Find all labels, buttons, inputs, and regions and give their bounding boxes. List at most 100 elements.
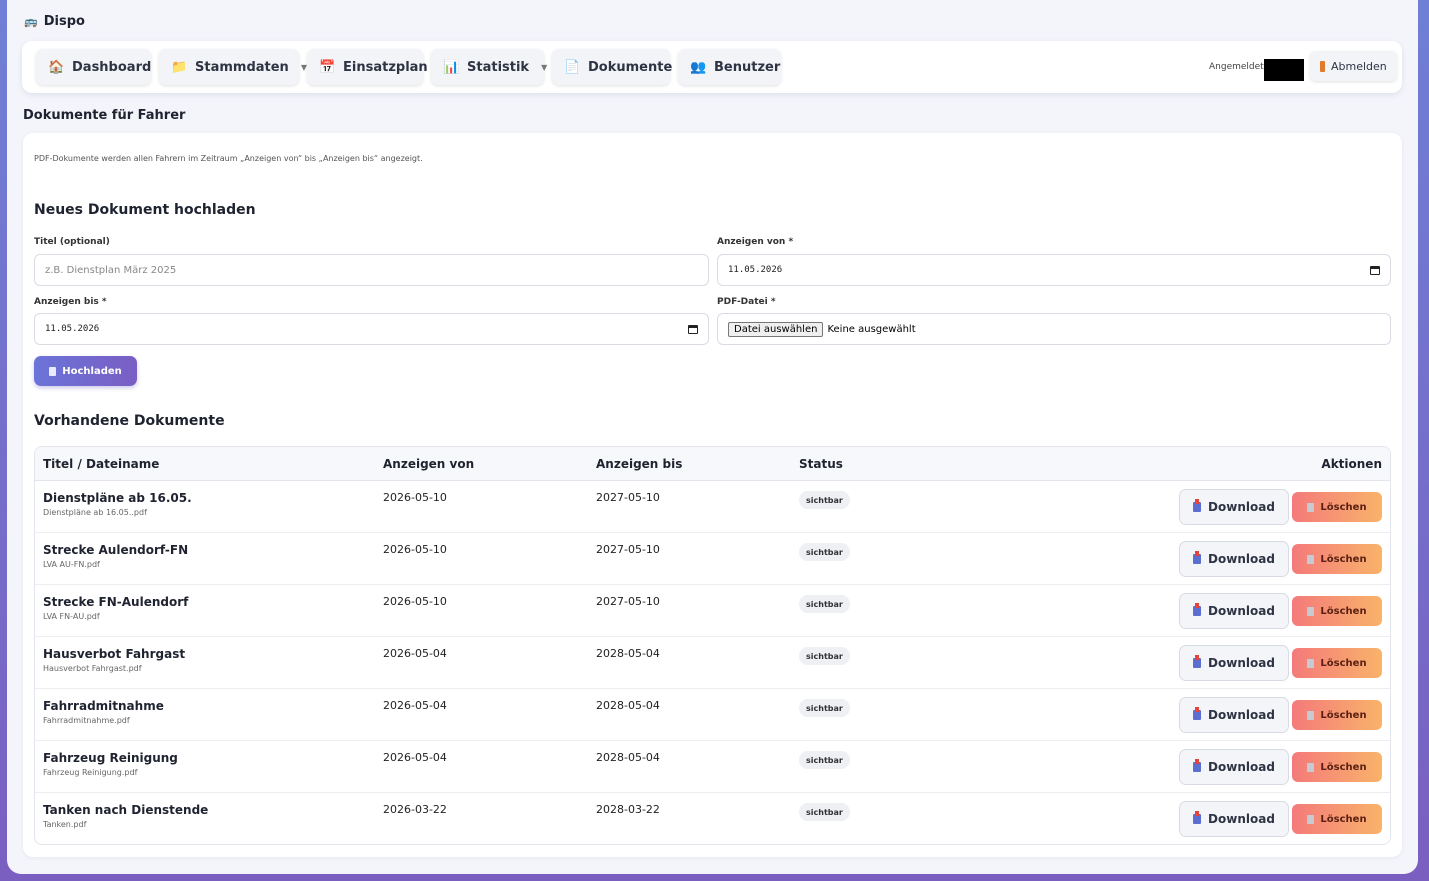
calendar-icon[interactable]: [688, 324, 698, 334]
document-title: Strecke Aulendorf-FN: [43, 543, 189, 557]
download-button[interactable]: Download: [1179, 489, 1289, 525]
until-label: Anzeigen bis *: [34, 297, 107, 307]
document-filename: LVA FN-AU.pdf: [43, 612, 100, 621]
column-header: Status: [799, 457, 843, 471]
logout-button[interactable]: Abmelden: [1310, 51, 1397, 81]
download-icon: [1193, 707, 1202, 720]
document-title: Tanken nach Dienstende: [43, 803, 209, 817]
table-row: Hausverbot Fahrgast Hausverbot Fahrgast.p…: [35, 637, 1390, 689]
delete-button[interactable]: Löschen: [1292, 700, 1382, 730]
document-icon: [49, 366, 57, 376]
bar-chart-icon: 📊: [443, 59, 460, 75]
page-title: Dokumente für Fahrer: [23, 108, 186, 123]
document-title: Strecke FN-Aulendorf: [43, 595, 189, 609]
delete-button[interactable]: Löschen: [1292, 492, 1382, 522]
table-row: Fahrzeug Reinigung Fahrzeug Reinigung.pdf…: [35, 741, 1390, 793]
trash-icon: [1307, 502, 1315, 512]
status-badge: sichtbar: [799, 595, 850, 613]
trash-icon: [1307, 814, 1315, 824]
status-badge: sichtbar: [799, 751, 850, 769]
show-from-date: 2026-05-04: [383, 647, 447, 660]
until-date-input[interactable]: 11.05.2026: [34, 313, 709, 345]
show-until-date: 2028-03-22: [596, 803, 660, 816]
delete-button[interactable]: Löschen: [1292, 804, 1382, 834]
info-text: PDF-Dokumente werden allen Fahrern im Ze…: [34, 154, 423, 163]
show-from-date: 2026-05-04: [383, 751, 447, 764]
show-until-date: 2027-05-10: [596, 595, 660, 608]
document-title: Fahrzeug Reinigung: [43, 751, 178, 765]
show-from-date: 2026-05-10: [383, 595, 447, 608]
upload-heading: Neues Dokument hochladen: [34, 202, 256, 218]
download-button[interactable]: Download: [1179, 645, 1289, 681]
nav-dokumente[interactable]: 📄 Dokumente: [552, 49, 672, 85]
status-badge: sichtbar: [799, 647, 850, 665]
download-button[interactable]: Download: [1179, 801, 1289, 837]
calendar-icon: 📅: [319, 59, 336, 75]
delete-button[interactable]: Löschen: [1292, 752, 1382, 782]
download-button[interactable]: Download: [1179, 697, 1289, 733]
show-until-date: 2028-05-04: [596, 699, 660, 712]
nav-stammdaten[interactable]: 📁 Stammdaten ▼: [159, 49, 307, 85]
status-badge: sichtbar: [799, 699, 850, 717]
from-date-input[interactable]: 11.05.2026: [717, 254, 1391, 286]
nav-einsatzplan[interactable]: 📅 Einsatzplan: [307, 49, 428, 85]
file-label: PDF-Datei *: [717, 297, 776, 307]
nav-benutzer[interactable]: 👥 Benutzer: [678, 49, 781, 85]
title-label: Titel (optional): [34, 237, 110, 247]
show-until-date: 2027-05-10: [596, 491, 660, 504]
show-until-date: 2028-05-04: [596, 647, 660, 660]
table-row: Strecke Aulendorf-FN LVA AU-FN.pdf 2026-05…: [35, 533, 1390, 585]
house-icon: 🏠: [48, 59, 65, 75]
document-filename: LVA AU-FN.pdf: [43, 560, 100, 569]
logged-in-label: Angemeldet:: [1209, 62, 1267, 72]
caret-down-icon: ▼: [541, 62, 548, 72]
table-header: Titel / Dateiname Anzeigen von Anzeigen …: [35, 447, 1390, 481]
show-until-date: 2027-05-10: [596, 543, 660, 556]
trash-icon: [1307, 606, 1315, 616]
table-row: Strecke FN-Aulendorf LVA FN-AU.pdf 2026-05…: [35, 585, 1390, 637]
document-filename: Fahrradmitnahme.pdf: [43, 716, 130, 725]
download-icon: [1193, 603, 1202, 616]
show-from-date: 2026-05-04: [383, 699, 447, 712]
download-icon: [1193, 499, 1202, 512]
delete-button[interactable]: Löschen: [1292, 596, 1382, 626]
door-icon: [1320, 60, 1325, 72]
bus-icon: 🚌: [24, 15, 38, 28]
file-input[interactable]: Datei auswählen Keine ausgewählt: [717, 313, 1391, 345]
download-icon: [1193, 811, 1202, 824]
documents-card: PDF-Dokumente werden allen Fahrern im Ze…: [23, 133, 1402, 857]
calendar-icon[interactable]: [1370, 265, 1380, 275]
download-button[interactable]: Download: [1179, 749, 1289, 785]
document-filename: Hausverbot Fahrgast.pdf: [43, 664, 142, 673]
status-badge: sichtbar: [799, 543, 850, 561]
status-badge: sichtbar: [799, 803, 850, 821]
show-from-date: 2026-03-22: [383, 803, 447, 816]
app-window: 🚌 Dispo 🏠 Dashboard 📁 Stammdaten ▼ 📅 Ein…: [7, 0, 1418, 874]
nav-statistik[interactable]: 📊 Statistik ▼: [431, 49, 548, 85]
top-navbar: 🏠 Dashboard 📁 Stammdaten ▼ 📅 Einsatzplan…: [22, 41, 1402, 93]
show-from-date: 2026-05-10: [383, 543, 447, 556]
download-button[interactable]: Download: [1179, 541, 1289, 577]
trash-icon: [1307, 554, 1315, 564]
column-header: Aktionen: [1321, 457, 1382, 471]
nav-dashboard[interactable]: 🏠 Dashboard: [36, 49, 151, 85]
document-filename: Tanken.pdf: [43, 820, 87, 829]
download-icon: [1193, 759, 1202, 772]
title-input[interactable]: z.B. Dienstplan März 2025: [34, 254, 709, 286]
status-badge: sichtbar: [799, 491, 850, 509]
upload-button[interactable]: Hochladen: [34, 356, 137, 386]
delete-button[interactable]: Löschen: [1292, 648, 1382, 678]
choose-file-button[interactable]: Datei auswählen: [728, 321, 824, 337]
document-title: Fahrradmitnahme: [43, 699, 164, 713]
delete-button[interactable]: Löschen: [1292, 544, 1382, 574]
documents-heading: Vorhandene Dokumente: [34, 413, 225, 429]
table-row: Dienstpläne ab 16.05. Dienstpläne ab 16.0…: [35, 481, 1390, 533]
download-button[interactable]: Download: [1179, 593, 1289, 629]
documents-table: Titel / Dateiname Anzeigen von Anzeigen …: [34, 446, 1391, 845]
column-header: Anzeigen bis: [596, 457, 683, 471]
folder-icon: 📁: [171, 59, 188, 75]
from-label: Anzeigen von *: [717, 237, 794, 247]
document-title: Hausverbot Fahrgast: [43, 647, 186, 661]
table-row: Tanken nach Dienstende Tanken.pdf 2026-03-…: [35, 793, 1390, 844]
download-icon: [1193, 551, 1202, 564]
